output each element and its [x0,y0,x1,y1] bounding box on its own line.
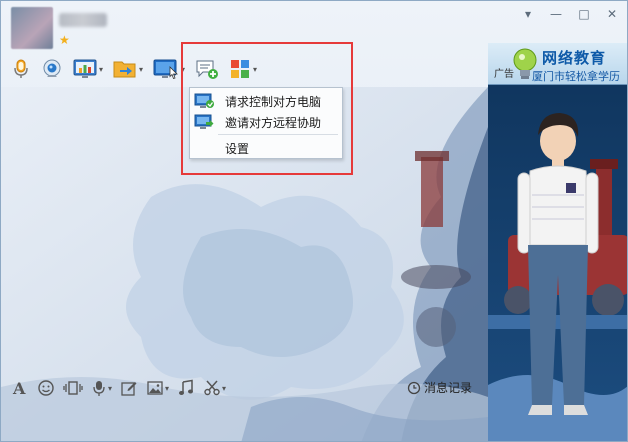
menu-item-label: 请求控制对方电脑 [225,94,322,109]
voice-message-button[interactable]: ▾ [91,379,112,397]
chat-window: ★ ▾ — □ ✕ ▾ ▾ ▾ ▾ 广告 网络教育 厦门市轻松拿学历 请求控制对… [0,0,628,442]
edit-button[interactable] [120,379,138,397]
folder-arrow-icon [113,61,136,78]
menu-separator [218,134,338,135]
svg-text:A: A [12,379,26,397]
request-control-icon [193,91,215,111]
menu-item-request-control[interactable]: 请求控制对方电脑 [190,91,342,111]
music-note-icon [179,379,194,395]
image-icon [147,381,163,395]
apps-button[interactable]: ▾ [229,55,257,83]
window-shake-icon [63,381,83,395]
close-button[interactable]: ✕ [605,7,619,21]
chat-toolbar: ▾ ▾ ▾ ▾ [11,55,267,83]
chevron-down-icon[interactable]: ▾ [108,384,112,393]
contact-show-panel: 广告 网络教育 厦门市轻松拿学历 [488,43,627,441]
microphone-icon [93,381,105,396]
scissors-icon [204,380,220,396]
star-icon: ★ [59,33,70,47]
remote-assist-menu: 请求控制对方电脑 邀请对方远程协助 设置 [189,87,343,159]
emoji-button[interactable] [37,379,55,397]
apps-grid-icon [231,60,250,78]
menu-item-settings[interactable]: 设置 [190,138,342,158]
remote-desktop-icon [153,59,178,80]
chat-plus-icon [196,60,219,79]
screen-share-button[interactable]: ▾ [73,55,103,83]
ad-title: 网络教育 [542,49,607,67]
message-history-button[interactable]: 消息记录 [407,379,472,396]
chevron-down-icon[interactable]: ▾ [253,65,257,74]
chat-add-button[interactable] [195,55,219,83]
menu-item-invite-assist[interactable]: 邀请对方远程协助 [190,112,342,132]
ad-banner[interactable]: 广告 网络教育 厦门市轻松拿学历 [488,43,627,85]
character-show-illustration [488,85,627,441]
chevron-down-icon[interactable]: ▾ [165,384,169,393]
voice-call-button[interactable] [11,55,31,83]
remote-assist-button[interactable]: ▾ [153,55,185,83]
music-button[interactable] [177,379,195,397]
history-label: 消息记录 [424,381,473,395]
input-toolbar: A ▾ ▾ ▾ [11,377,234,399]
chevron-down-icon[interactable]: ▾ [521,7,535,21]
minimize-button[interactable]: — [549,7,563,21]
video-call-button[interactable] [41,55,63,83]
chevron-down-icon[interactable]: ▾ [99,65,103,74]
window-controls: ▾ — □ ✕ [521,7,619,21]
contact-nickname [59,13,107,27]
microphone-icon [14,59,28,78]
menu-item-label: 设置 [225,141,250,156]
chevron-down-icon[interactable]: ▾ [181,65,185,74]
file-transfer-button[interactable]: ▾ [113,55,143,83]
shake-button[interactable] [63,379,83,397]
screenshot-button[interactable]: ▾ [203,379,226,397]
clock-icon [407,381,421,394]
ad-subtitle: 厦门市轻松拿学历 [532,70,620,83]
maximize-button[interactable]: □ [577,7,591,21]
webcam-icon [43,59,61,77]
pencil-square-icon [121,382,137,396]
ad-tag: 广告 [494,69,514,80]
font-button[interactable]: A [11,379,29,397]
invite-assist-icon [193,112,215,132]
avatar[interactable] [11,7,53,49]
chevron-down-icon[interactable]: ▾ [222,384,226,393]
image-button[interactable]: ▾ [146,379,169,397]
smiley-icon [38,380,54,396]
chevron-down-icon[interactable]: ▾ [139,65,143,74]
font-icon: A [12,379,26,397]
monitor-chart-icon [73,59,97,78]
menu-item-label: 邀请对方远程协助 [225,115,322,130]
